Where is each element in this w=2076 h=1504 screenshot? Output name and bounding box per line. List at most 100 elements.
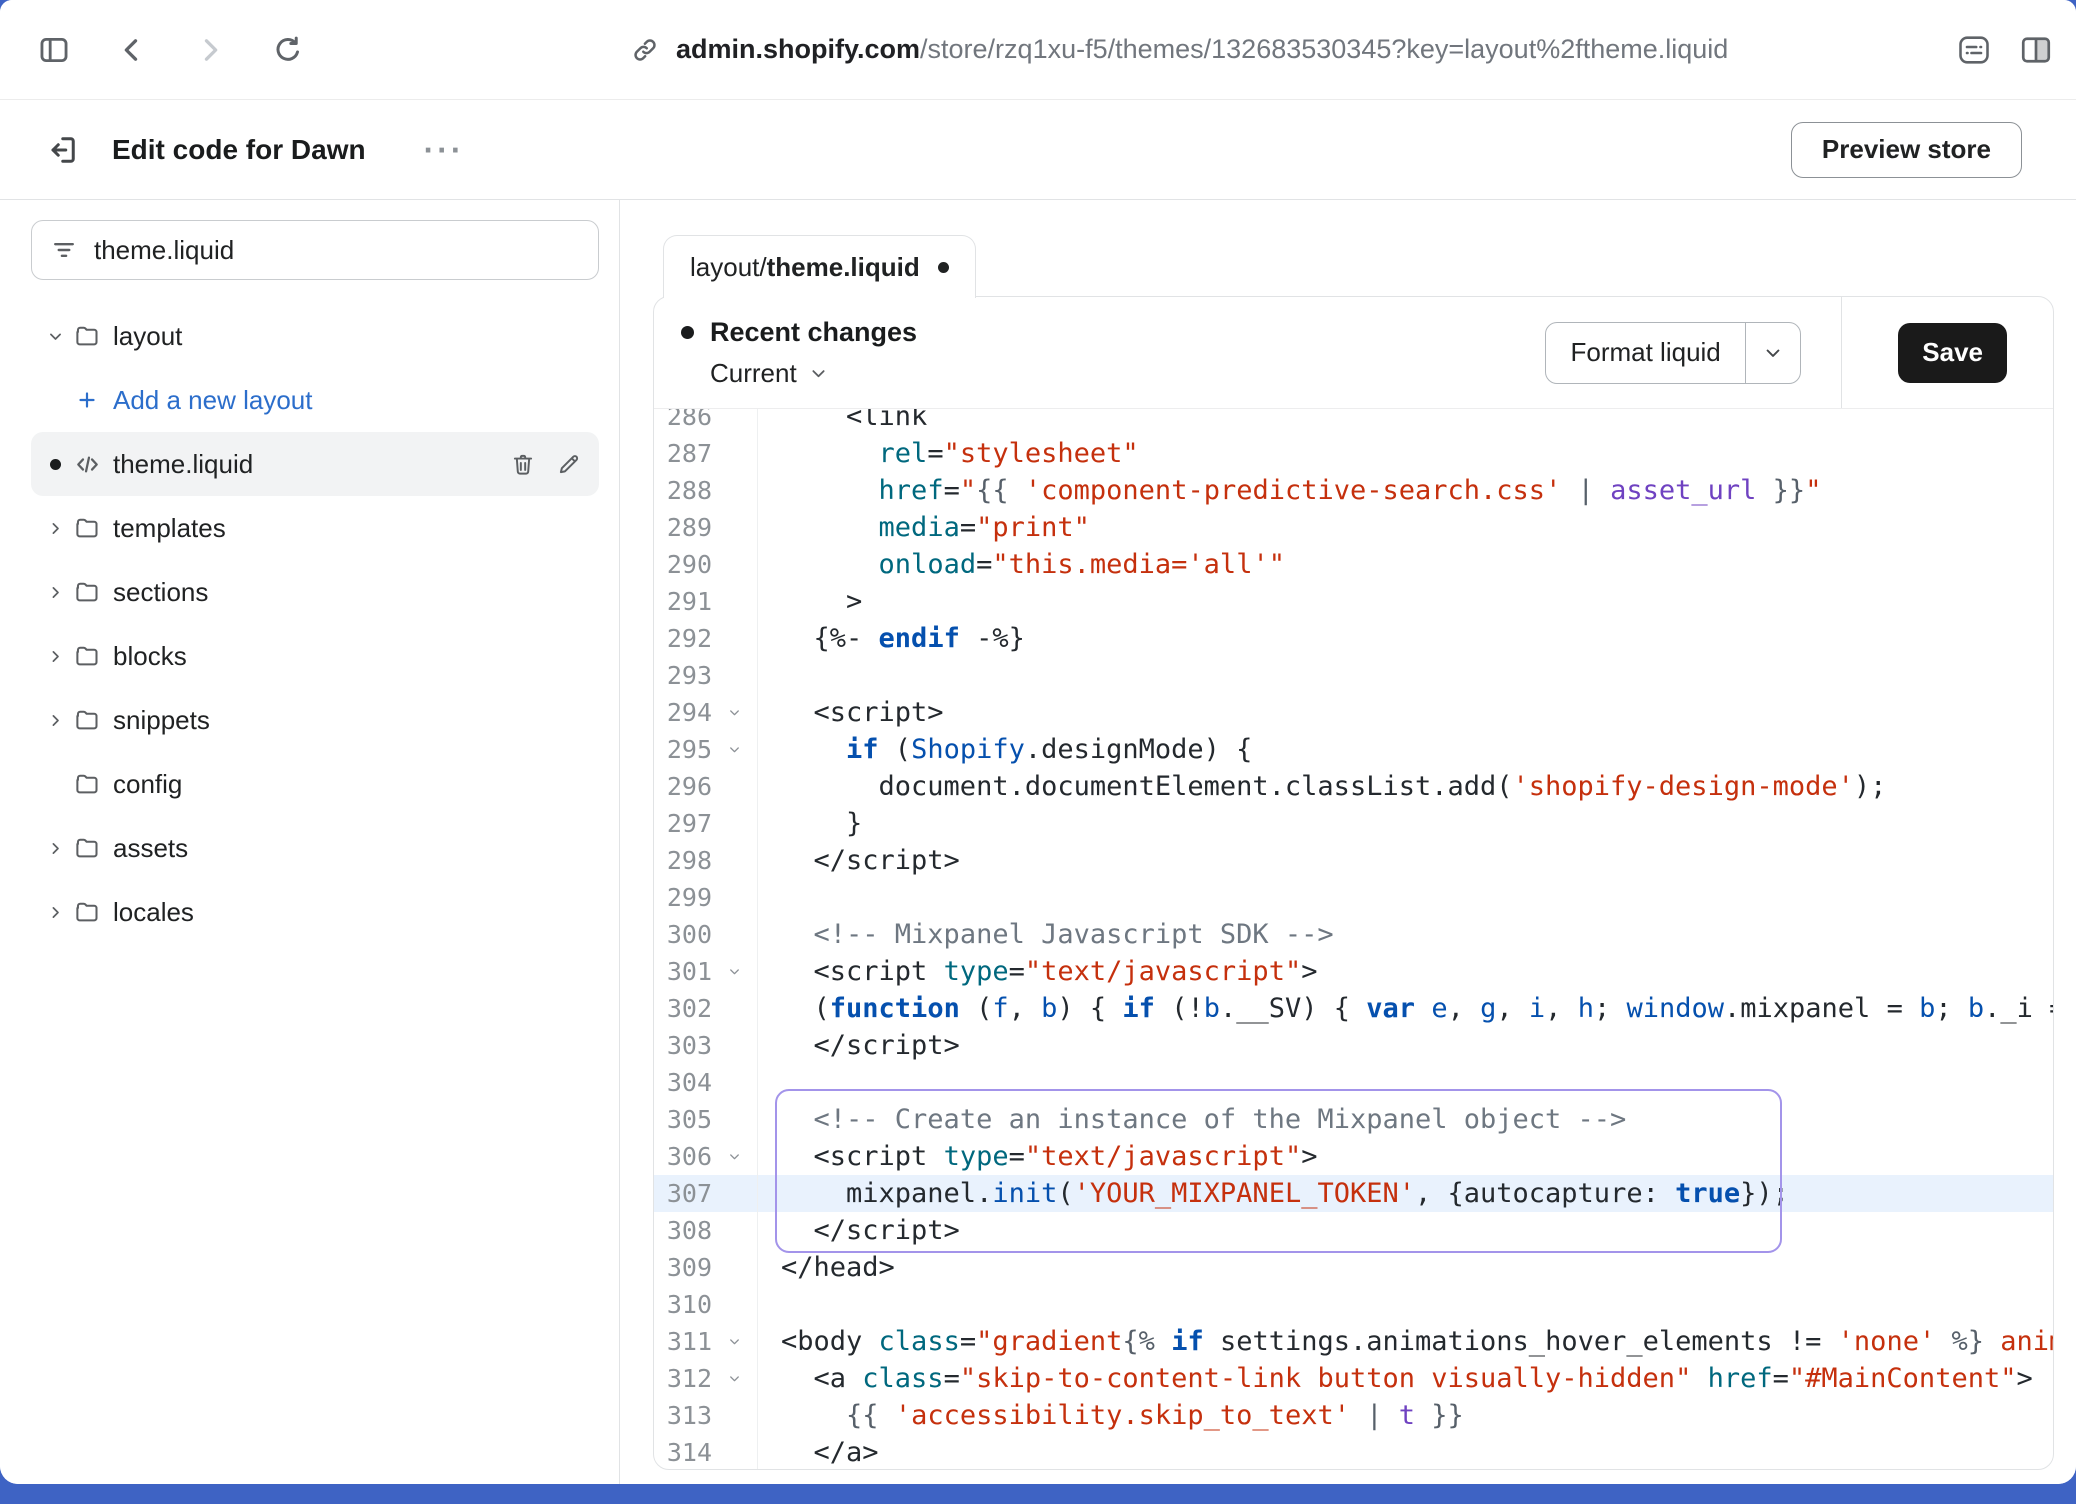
sidebar-item-layout[interactable]: layout	[31, 304, 599, 368]
code-editor[interactable]: 286 <link287 rel="stylesheet"288 href="{…	[654, 409, 2053, 1469]
fold-chevron-icon[interactable]	[727, 705, 742, 720]
line-number: 302	[654, 990, 712, 1027]
reload-icon[interactable]	[270, 32, 306, 68]
code-line-309[interactable]: 309</head>	[654, 1249, 2053, 1286]
code-line-305[interactable]: 305 <!-- Create an instance of the Mixpa…	[654, 1101, 2053, 1138]
chevron-down-icon	[47, 328, 64, 345]
code-line-291[interactable]: 291 >	[654, 583, 2053, 620]
code-line-289[interactable]: 289 media="print"	[654, 509, 2053, 546]
trash-icon	[510, 451, 536, 477]
code-line-290[interactable]: 290 onload="this.media='all'"	[654, 546, 2053, 583]
split-view-icon[interactable]	[2018, 32, 2054, 68]
fold-chevron-icon[interactable]	[727, 964, 742, 979]
gutter: 310	[654, 1286, 758, 1323]
sidebar-item-sections[interactable]: sections	[31, 560, 599, 624]
format-liquid-button[interactable]: Format liquid	[1545, 322, 1801, 384]
file-filter-input[interactable]	[92, 234, 580, 267]
version-dropdown[interactable]: Current	[710, 358, 917, 389]
sidebar-item-snippets[interactable]: snippets	[31, 688, 599, 752]
gutter: 297	[654, 805, 758, 842]
back-icon[interactable]	[114, 32, 150, 68]
gutter: 311	[654, 1323, 758, 1360]
app-header: Edit code for Dawn ··· Preview store	[0, 100, 2076, 200]
item-label: sections	[113, 577, 208, 608]
line-number: 306	[654, 1138, 712, 1175]
format-options-chevron-icon[interactable]	[1746, 323, 1800, 383]
item-label: assets	[113, 833, 188, 864]
folder-icon	[74, 323, 101, 350]
code-line-287[interactable]: 287 rel="stylesheet"	[654, 435, 2053, 472]
item-label: theme.liquid	[113, 449, 253, 480]
file-filter-box[interactable]	[31, 220, 599, 280]
code-line-303[interactable]: 303 </script>	[654, 1027, 2053, 1064]
tab-theme-liquid[interactable]: layout/theme.liquid	[663, 235, 976, 298]
code-line-311[interactable]: 311<body class="gradient{% if settings.a…	[654, 1323, 2053, 1360]
code-line-297[interactable]: 297 }	[654, 805, 2053, 842]
fold-chevron-icon[interactable]	[727, 1149, 742, 1164]
code-line-308[interactable]: 308 </script>	[654, 1212, 2053, 1249]
gutter: 295	[654, 731, 758, 768]
item-label: snippets	[113, 705, 210, 736]
link-icon	[630, 35, 660, 65]
fold-chevron-icon[interactable]	[727, 1334, 742, 1349]
gutter: 286	[654, 409, 758, 435]
line-number: 288	[654, 472, 712, 509]
code-line-306[interactable]: 306 <script type="text/javascript">	[654, 1138, 2053, 1175]
sidebar-toggle-icon[interactable]	[36, 32, 72, 68]
chevron-down-icon	[809, 364, 828, 383]
folder-icon	[74, 579, 101, 606]
gutter: 308	[654, 1212, 758, 1249]
url-bar[interactable]: admin.shopify.com/store/rzq1xu-f5/themes…	[630, 0, 1728, 99]
fold-chevron-icon[interactable]	[727, 1371, 742, 1386]
exit-icon[interactable]	[40, 128, 84, 172]
filter-icon	[50, 236, 78, 264]
line-number: 314	[654, 1434, 712, 1469]
code-line-314[interactable]: 314 </a>	[654, 1434, 2053, 1469]
sidebar-file-theme.liquid[interactable]: theme.liquid	[31, 432, 599, 496]
code-line-294[interactable]: 294 <script>	[654, 694, 2053, 731]
chevron-right-icon	[47, 520, 64, 537]
code-line-286[interactable]: 286 <link	[654, 409, 2053, 435]
sidebar-item-config[interactable]: config	[31, 752, 599, 816]
line-number: 313	[654, 1397, 712, 1434]
code-line-292[interactable]: 292 {%- endif -%}	[654, 620, 2053, 657]
gutter: 291	[654, 583, 758, 620]
code-line-288[interactable]: 288 href="{{ 'component-predictive-searc…	[654, 472, 2053, 509]
changes-dot	[681, 326, 694, 339]
gutter: 309	[654, 1249, 758, 1286]
line-number: 295	[654, 731, 712, 768]
fold-chevron-icon[interactable]	[727, 742, 742, 757]
folder-icon	[74, 707, 101, 734]
code-line-304[interactable]: 304	[654, 1064, 2053, 1101]
code-line-296[interactable]: 296 document.documentElement.classList.a…	[654, 768, 2053, 805]
add-new-layout-link[interactable]: Add a new layout	[31, 368, 599, 432]
code-line-295[interactable]: 295 if (Shopify.designMode) {	[654, 731, 2053, 768]
customize-icon[interactable]	[1956, 32, 1992, 68]
code-line-300[interactable]: 300 <!-- Mixpanel Javascript SDK -->	[654, 916, 2053, 953]
sidebar-item-blocks[interactable]: blocks	[31, 624, 599, 688]
sidebar-item-assets[interactable]: assets	[31, 816, 599, 880]
code-line-313[interactable]: 313 {{ 'accessibility.skip_to_text' | t …	[654, 1397, 2053, 1434]
code-line-312[interactable]: 312 <a class="skip-to-content-link butto…	[654, 1360, 2053, 1397]
save-button[interactable]: Save	[1898, 323, 2007, 383]
code-line-298[interactable]: 298 </script>	[654, 842, 2053, 879]
preview-store-button[interactable]: Preview store	[1791, 122, 2022, 178]
more-button[interactable]: ···	[424, 134, 465, 166]
browser-toolbar: admin.shopify.com/store/rzq1xu-f5/themes…	[0, 0, 2076, 100]
code-line-310[interactable]: 310	[654, 1286, 2053, 1323]
line-number: 294	[654, 694, 712, 731]
code-line-293[interactable]: 293	[654, 657, 2053, 694]
delete-file-button[interactable]	[503, 444, 543, 484]
line-number: 310	[654, 1286, 712, 1323]
rename-file-button[interactable]	[549, 444, 589, 484]
forward-icon[interactable]	[192, 32, 228, 68]
code-line-301[interactable]: 301 <script type="text/javascript">	[654, 953, 2053, 990]
sidebar-item-templates[interactable]: templates	[31, 496, 599, 560]
sidebar-item-locales[interactable]: locales	[31, 880, 599, 944]
code-line-302[interactable]: 302 (function (f, b) { if (!b.__SV) { va…	[654, 990, 2053, 1027]
unsaved-indicator	[938, 262, 949, 273]
item-label: Add a new layout	[113, 385, 312, 416]
item-label: blocks	[113, 641, 187, 672]
code-line-307[interactable]: 307 mixpanel.init('YOUR_MIXPANEL_TOKEN',…	[654, 1175, 2053, 1212]
code-line-299[interactable]: 299	[654, 879, 2053, 916]
